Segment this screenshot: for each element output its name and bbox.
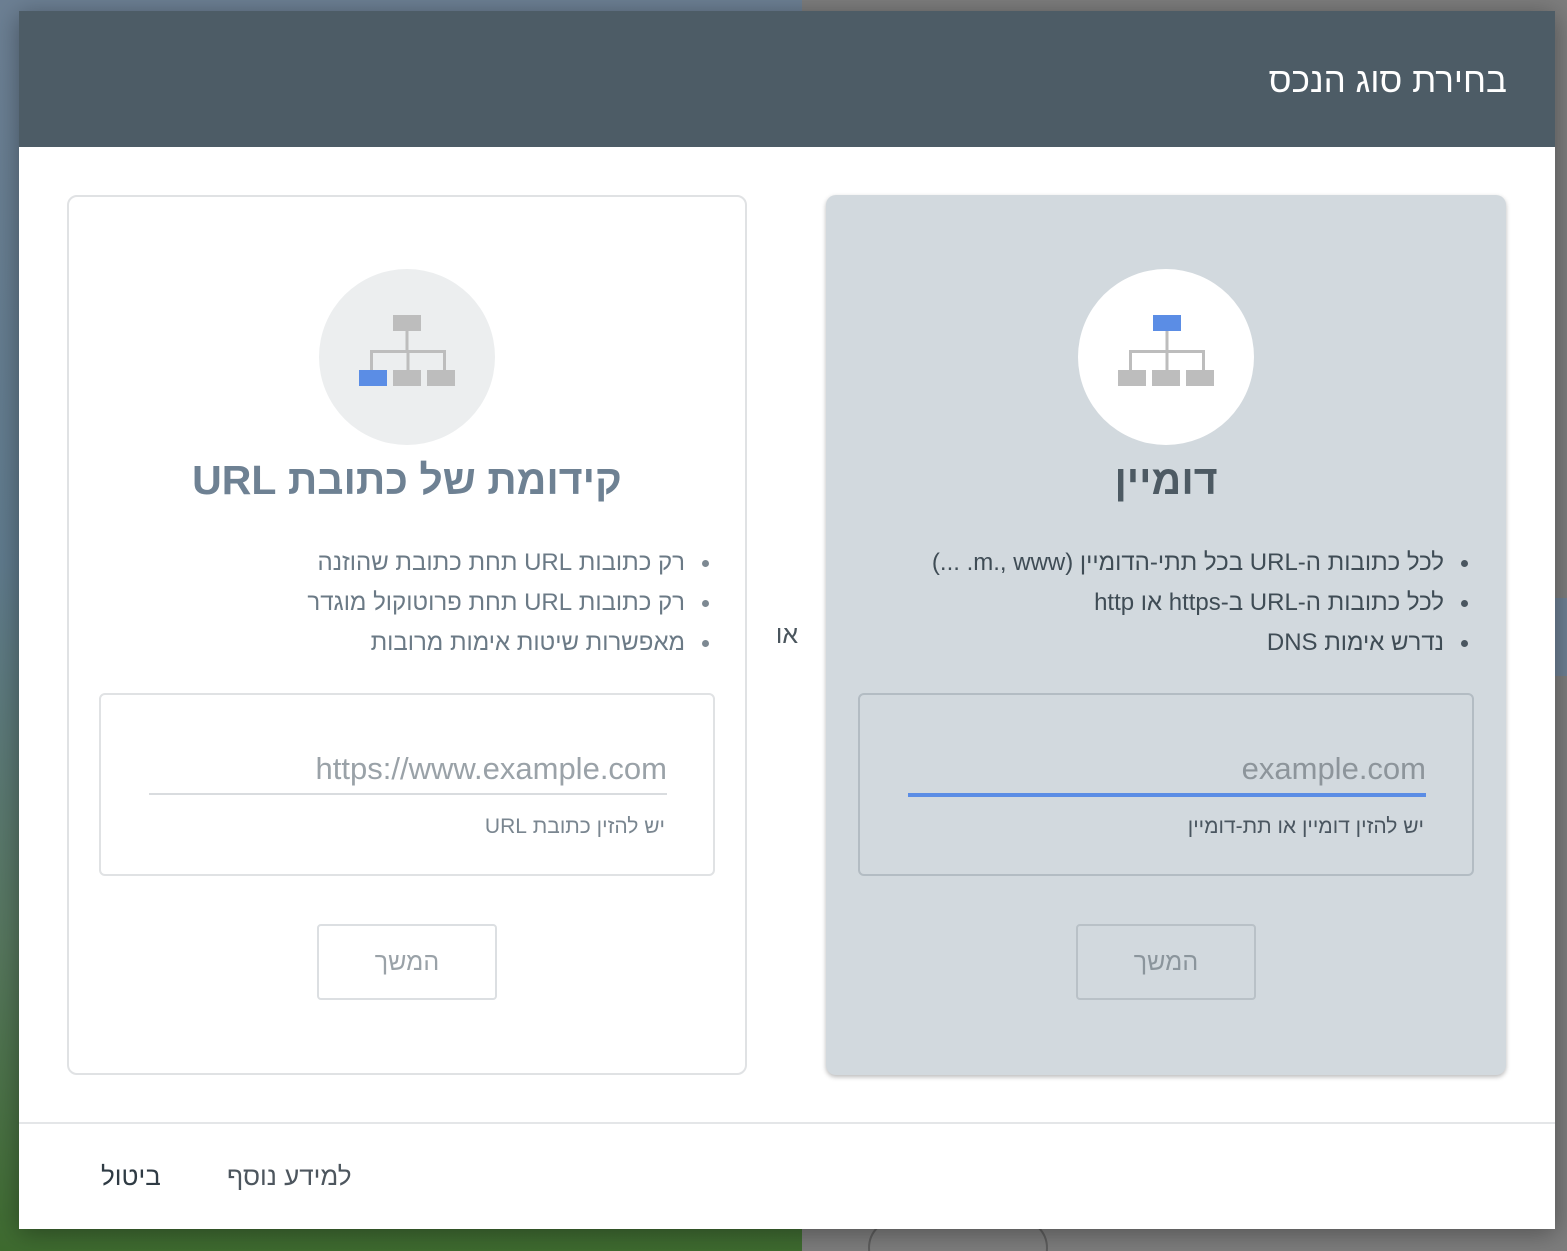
url-prefix-feature-item: רק כתובות URL תחת כתובת שהוזנה xyxy=(307,543,713,583)
background-card-edge xyxy=(1555,598,1567,676)
url-prefix-feature-list: רק כתובות URL תחת כתובת שהוזנה רק כתובות… xyxy=(307,543,713,663)
property-type-dialog: בחירת סוג הנכס דומיין לכל כתובות ה-URL ב… xyxy=(19,11,1555,1229)
url-prefix-input-helper: יש להזין כתובת URL xyxy=(484,815,665,838)
url-prefix-option-card[interactable]: קידומת של כתובת URL רק כתובות URL תחת כת… xyxy=(67,195,747,1075)
domain-heading: דומיין xyxy=(1114,457,1218,503)
domain-feature-item: נדרש אימות DNS xyxy=(932,623,1472,663)
domain-input-helper: יש להזין דומיין או תת-דומיין xyxy=(1187,815,1424,838)
learn-more-link[interactable]: למידע נוסף xyxy=(227,1161,352,1192)
cancel-button[interactable]: ביטול xyxy=(101,1161,161,1192)
url-prefix-feature-item: מאפשרות שיטות אימות מרובות xyxy=(307,623,713,663)
domain-continue-button[interactable]: המשך xyxy=(1076,924,1256,1000)
domain-feature-item: לכל כתובות ה-URL בכל תתי-הדומיין (m., ww… xyxy=(932,543,1472,583)
domain-input-container: יש להזין דומיין או תת-דומיין xyxy=(858,693,1474,876)
sitemap-icon xyxy=(1118,315,1214,386)
sitemap-icon xyxy=(359,315,455,386)
domain-icon-circle xyxy=(1078,269,1254,445)
url-prefix-input-container: יש להזין כתובת URL xyxy=(99,693,715,876)
domain-feature-item: לכל כתובות ה-URL ב-https או http xyxy=(932,583,1472,623)
url-prefix-heading: קידומת של כתובת URL xyxy=(192,457,622,503)
url-prefix-continue-button[interactable]: המשך xyxy=(317,924,497,1000)
domain-option-card[interactable]: דומיין לכל כתובות ה-URL בכל תתי-הדומיין … xyxy=(826,195,1506,1075)
url-prefix-input[interactable] xyxy=(149,745,667,795)
url-prefix-icon-circle xyxy=(319,269,495,445)
domain-feature-list: לכל כתובות ה-URL בכל תתי-הדומיין (m., ww… xyxy=(932,543,1472,663)
dialog-title: בחירת סוג הנכס xyxy=(1268,61,1507,100)
url-prefix-feature-item: רק כתובות URL תחת פרוטוקול מוגדר xyxy=(307,583,713,623)
dialog-header: בחירת סוג הנכס xyxy=(19,11,1555,147)
or-separator: או xyxy=(775,621,799,649)
footer-divider xyxy=(19,1122,1555,1124)
domain-input[interactable] xyxy=(908,745,1426,797)
